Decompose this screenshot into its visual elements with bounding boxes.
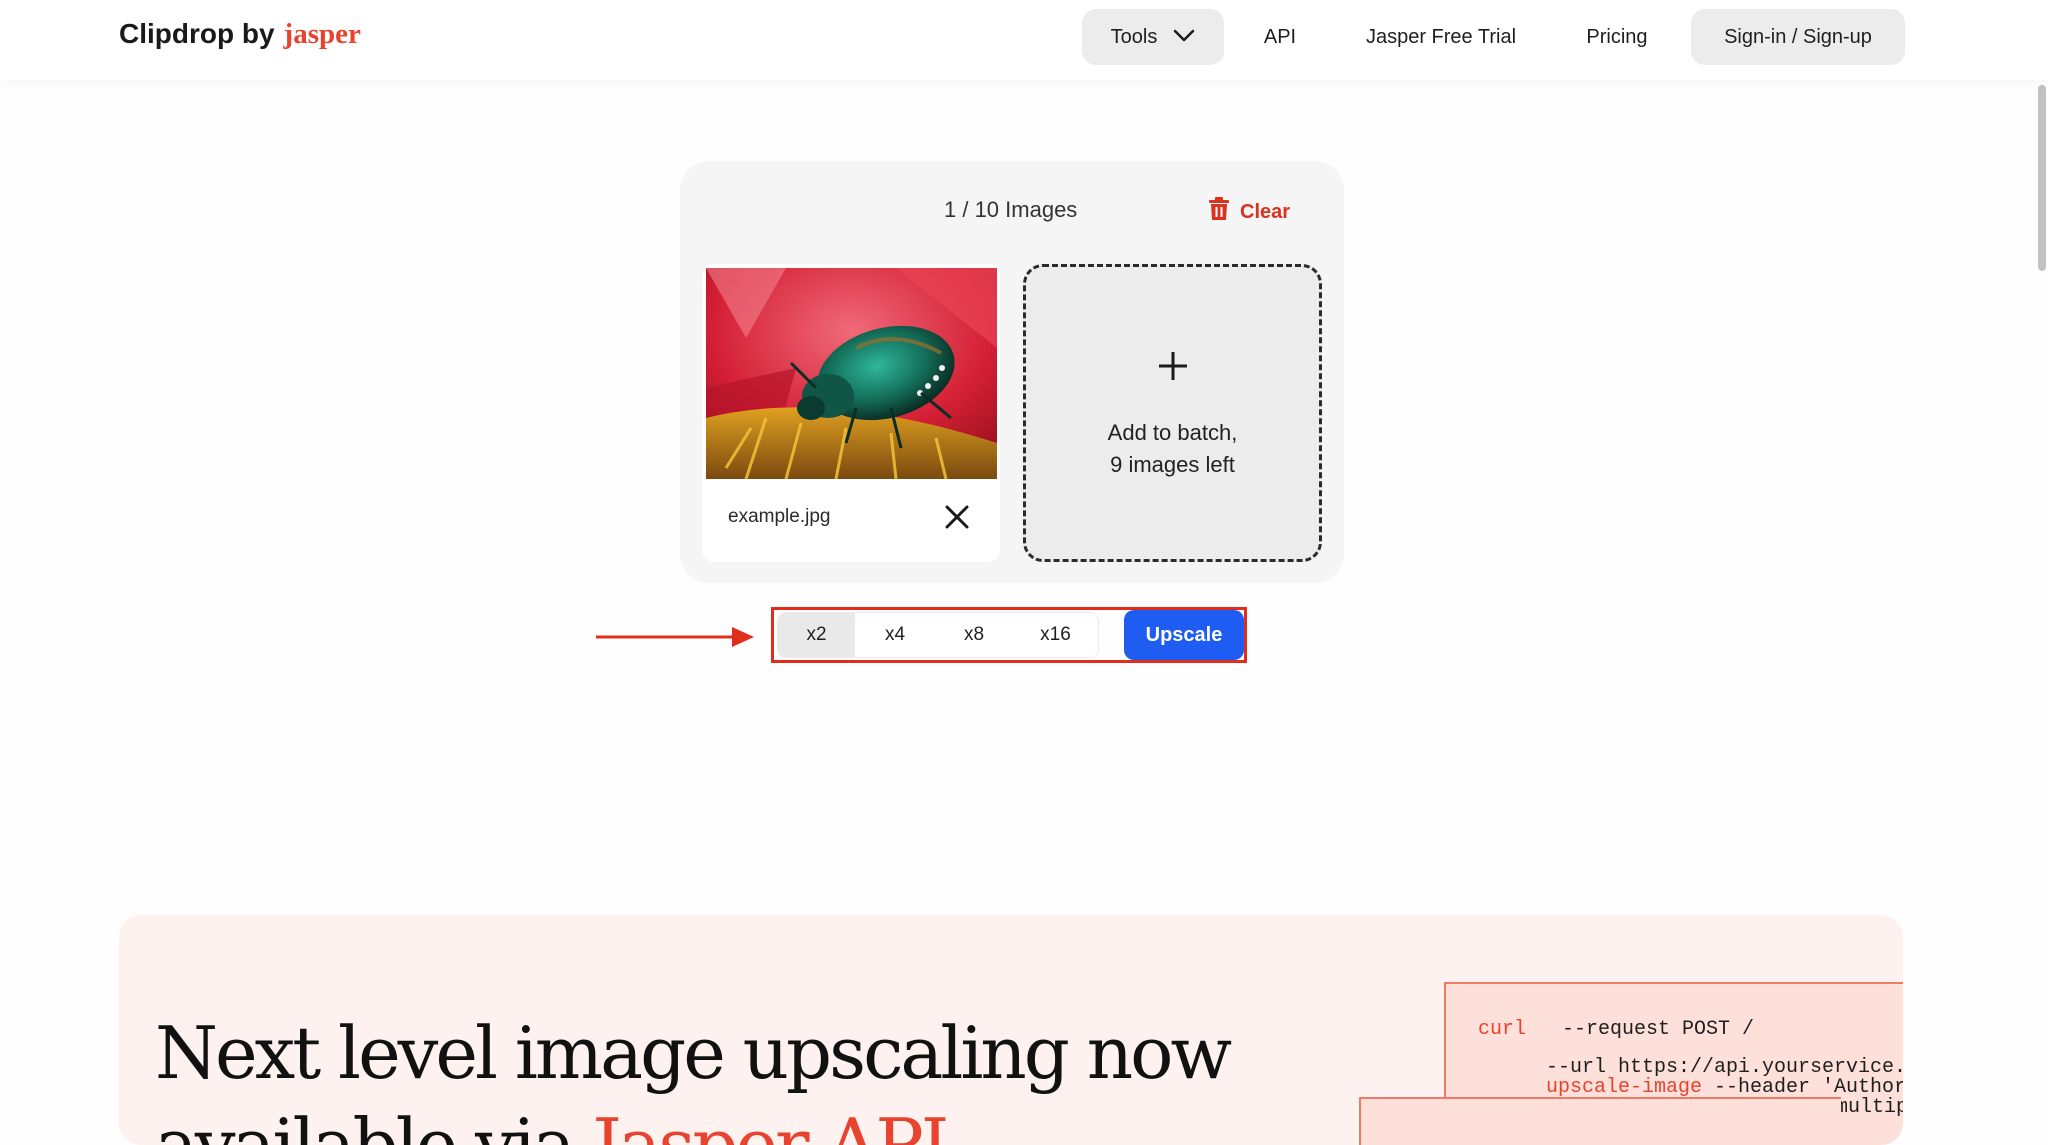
- close-icon: [942, 505, 972, 536]
- image-counter: 1 / 10 Images: [944, 197, 1078, 222]
- top-nav-bar: Clipdrop by jasper Tools API Jasper Free…: [0, 0, 2048, 80]
- file-name: example.jpg: [728, 506, 831, 527]
- add-to-batch-dropzone[interactable]: Add to batch, 9 images left: [1023, 264, 1322, 562]
- clear-button[interactable]: Clear: [1208, 197, 1290, 227]
- scale-option-x2[interactable]: x2: [778, 613, 855, 657]
- batch-upload-panel: 1 / 10 Images Clear example.jpg Add to b…: [680, 161, 1344, 583]
- clear-label: Clear: [1240, 200, 1291, 223]
- remove-image-button[interactable]: [942, 502, 972, 532]
- code-line-1: curl --request POST /: [1478, 1018, 1755, 1041]
- nav-link-api[interactable]: API: [1256, 9, 1304, 65]
- add-line-1: Add to batch,: [1107, 420, 1238, 445]
- nav-link-free-trial[interactable]: Jasper Free Trial: [1354, 9, 1528, 65]
- code-sample-back-card: [1359, 1097, 1841, 1145]
- chevron-down-icon: [1173, 9, 1195, 65]
- scale-option-x8[interactable]: x8: [935, 613, 1013, 657]
- main-nav: Tools API Jasper Free Trial Pricing Sign…: [0, 9, 2048, 65]
- api-promo-section: Next level image upscaling now available…: [119, 915, 1903, 1145]
- promo-heading: Next level image upscaling now available…: [155, 1007, 1232, 1145]
- nav-link-pricing[interactable]: Pricing: [1578, 9, 1656, 65]
- code-line-4: multip: [1836, 1096, 1903, 1119]
- arrow-right-icon: [596, 624, 756, 650]
- add-line-2: 9 images left: [1110, 452, 1235, 477]
- beetle-photo: [706, 268, 997, 479]
- trash-icon: [1208, 197, 1230, 227]
- tools-menu-button[interactable]: Tools: [1082, 9, 1224, 65]
- page-scrollbar[interactable]: [2034, 80, 2048, 1105]
- upscale-button[interactable]: Upscale: [1124, 610, 1244, 660]
- promo-heading-line-1: Next level image upscaling now: [155, 1011, 1232, 1095]
- upscale-toolbar: x2 x4 x8 x16 Upscale: [771, 607, 1247, 663]
- signin-button[interactable]: Sign-in / Sign-up: [1691, 9, 1905, 65]
- uploaded-image-card: example.jpg: [702, 264, 1000, 562]
- scale-option-x4[interactable]: x4: [855, 613, 935, 657]
- promo-accent: Jasper API: [592, 1103, 950, 1145]
- plus-icon: [1156, 349, 1190, 383]
- scale-selector: x2 x4 x8 x16: [778, 613, 1098, 657]
- promo-heading-line-2: available via Jasper API: [155, 1099, 1229, 1145]
- tools-label: Tools: [1110, 26, 1158, 48]
- image-thumbnail[interactable]: [706, 268, 997, 479]
- scrollbar-thumb[interactable]: [2038, 85, 2046, 271]
- scale-option-x16[interactable]: x16: [1013, 613, 1098, 657]
- add-to-batch-label: Add to batch, 9 images left: [1026, 417, 1319, 481]
